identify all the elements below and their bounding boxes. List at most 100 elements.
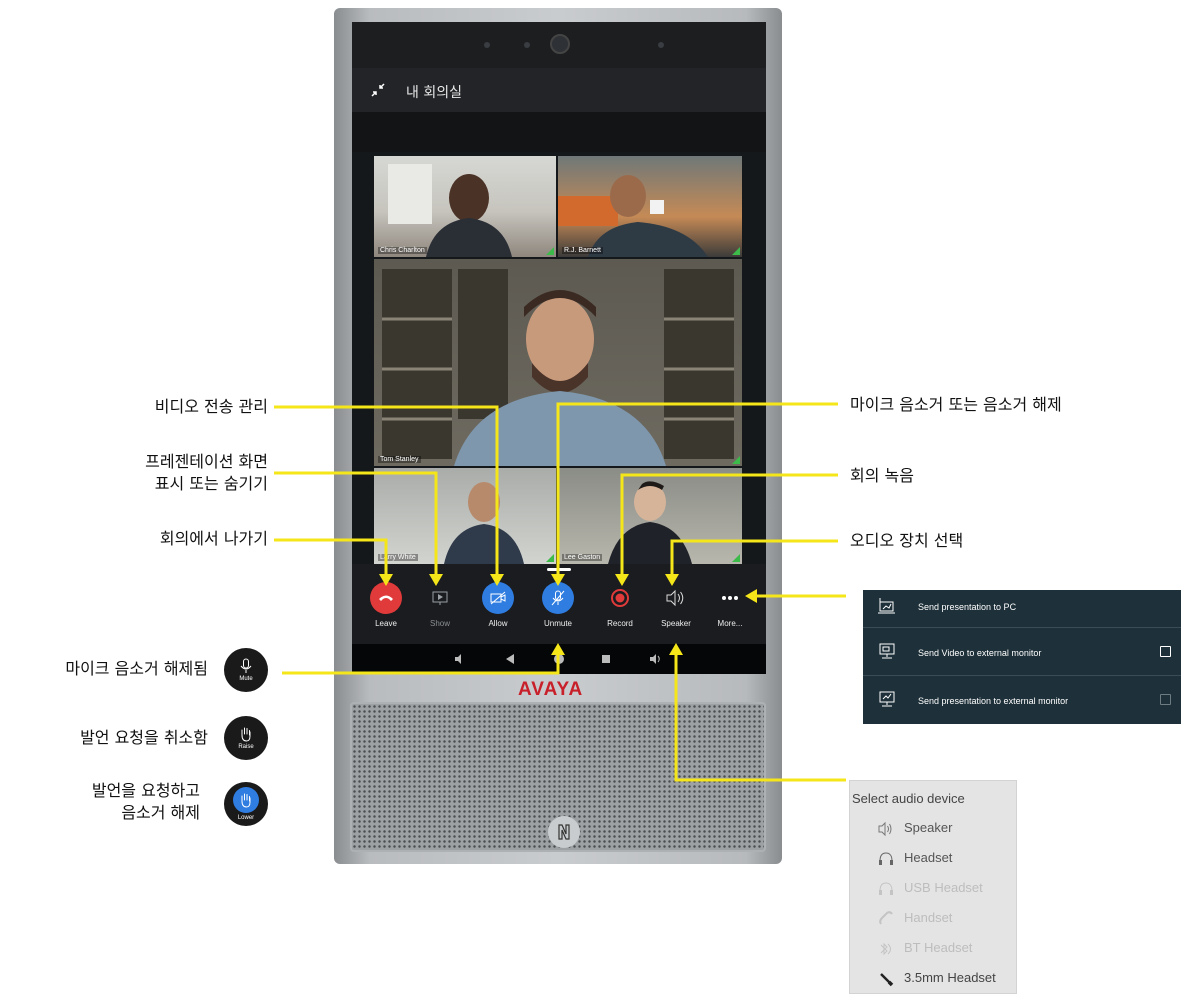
avaya-logo: AVAYA [518,679,584,700]
show-label: Show [429,619,450,628]
sensor-dot [658,42,664,48]
callout-mic: 마이크 음소거 또는 음소거 해제 [850,395,1062,414]
participant-name: Larry White [378,554,418,561]
callout-audio: 오디오 장치 선택 [850,531,964,550]
participant-video [388,164,512,257]
callout-raise-line1: 발언을 요청하고 [91,781,200,800]
handset-icon [879,911,893,925]
participant-tile[interactable]: Larry White [374,468,556,564]
send-video-monitor-checkbox[interactable] [1160,646,1171,657]
participant-video [382,269,734,466]
monitor-presentation-icon [879,691,895,707]
show-presentation-button[interactable]: Show [418,582,462,628]
participant-name: Chris Charlton [378,247,427,254]
participant-name: Tom Stanley [378,456,421,463]
system-nav-bar [352,644,766,674]
participant-video [608,481,692,564]
callout-video-transmission: 비디오 전송 관리 [154,397,268,416]
callout-presentation: 프레젠테이션 화면 표시 또는 숨기기 [60,451,268,495]
send-video-monitor-option[interactable]: Send Video to external monitor [863,628,1181,676]
allow-label: Allow [488,619,508,628]
audio-option-label: Handset [904,910,953,925]
lower-state-icon: Lower [224,782,268,826]
video-conference-device: 내 회의실 Chris Charlton R.J. Barnett Tom St… [334,8,782,864]
home-icon[interactable] [551,651,567,667]
nfc-icon[interactable] [548,816,580,848]
leave-label: Leave [375,619,397,628]
speaker-grille [350,702,766,852]
audio-option-label: Headset [904,850,953,865]
raise-state-icon: Raise [224,716,268,760]
participant-name: R.J. Barnett [562,247,603,254]
audio-popup-title: Select audio device [852,791,965,806]
touch-screen: 내 회의실 Chris Charlton R.J. Barnett Tom St… [352,68,766,674]
send-presentation-monitor-checkbox[interactable] [1160,694,1171,705]
minimize-icon[interactable] [370,82,386,98]
lower-caption: Lower [237,815,255,821]
callout-record: 회의 녹음 [850,466,914,485]
signal-icon [546,247,554,255]
participant-video [444,482,524,564]
audio-device-popup: Select audio device Speaker Headset USB … [849,780,1017,994]
camera-lens-icon [550,34,570,54]
callout-cancel-raise: 발언 요청을 취소함 [80,728,208,747]
callout-presentation-line1: 프레젠테이션 화면 [145,452,268,471]
participant-video [558,175,708,257]
audio-option-label: BT Headset [904,940,973,955]
monitor-video-icon [879,643,895,659]
allow-video-button[interactable]: Allow [476,582,520,628]
callout-leave: 회의에서 나가기 [159,529,268,548]
audio-option-label: 3.5mm Headset [904,970,996,985]
recents-icon[interactable] [598,651,614,667]
title-bar: 내 회의실 [352,68,766,112]
mute-state-icon: Mute [224,648,268,692]
more-dots-icon [714,582,746,614]
sensor-dot [484,42,490,48]
callout-mic-unmuted: 마이크 음소거 해제됨 [65,659,208,678]
callout-raise-unmute: 발언을 요청하고 음소거 해제 [0,780,200,824]
participant-name: Lee Gaston [562,554,603,561]
more-label: More... [717,619,743,628]
meeting-room-title: 내 회의실 [406,85,462,101]
participant-tile[interactable]: R.J. Barnett [558,156,742,257]
signal-icon [732,456,740,464]
speaker-button[interactable]: Speaker [654,582,698,628]
audio-option-label: Speaker [904,820,953,835]
speaker-label: Speaker [661,619,691,628]
meeting-control-bar: Leave Show Allow Unmute Record Speaker M… [352,564,766,644]
mute-caption: Mute [239,676,253,682]
participant-tile[interactable]: Chris Charlton [374,156,556,257]
leave-button[interactable]: Leave [364,582,408,628]
signal-icon [546,554,554,562]
send-video-monitor-label: Send Video to external monitor [918,648,1042,658]
send-presentation-monitor-option[interactable]: Send presentation to external monitor [863,676,1181,724]
title-strip [352,112,766,152]
drag-handle[interactable] [547,568,571,571]
signal-icon [732,554,740,562]
leave-call-icon [370,582,402,614]
bluetooth-headset-icon [880,942,891,956]
speaker-icon [660,582,692,614]
presentation-icon [424,582,456,614]
volume-down-icon[interactable] [452,651,468,667]
volume-up-icon[interactable] [648,651,664,667]
camera-bezel [352,22,766,68]
mic-icon [240,658,252,673]
back-icon[interactable] [502,651,518,667]
audio-option-label: USB Headset [904,880,983,895]
sensor-dot [524,42,530,48]
unmute-label: Unmute [543,619,572,628]
laptop-share-icon [878,598,895,614]
unmute-button[interactable]: Unmute [536,582,580,628]
usb-headset-icon [879,882,893,895]
hand-icon [233,787,259,813]
send-presentation-pc-option[interactable]: Send presentation to PC [863,590,1181,628]
participant-tile-main[interactable]: Tom Stanley [374,259,742,466]
callout-presentation-line2: 표시 또는 숨기기 [154,474,268,493]
video-off-icon [482,582,514,614]
send-presentation-pc-label: Send presentation to PC [918,602,1017,612]
participant-tile[interactable]: Lee Gaston [558,468,742,564]
more-button[interactable]: More... [708,582,752,628]
record-label: Record [607,619,633,628]
record-button[interactable]: Record [598,582,642,628]
